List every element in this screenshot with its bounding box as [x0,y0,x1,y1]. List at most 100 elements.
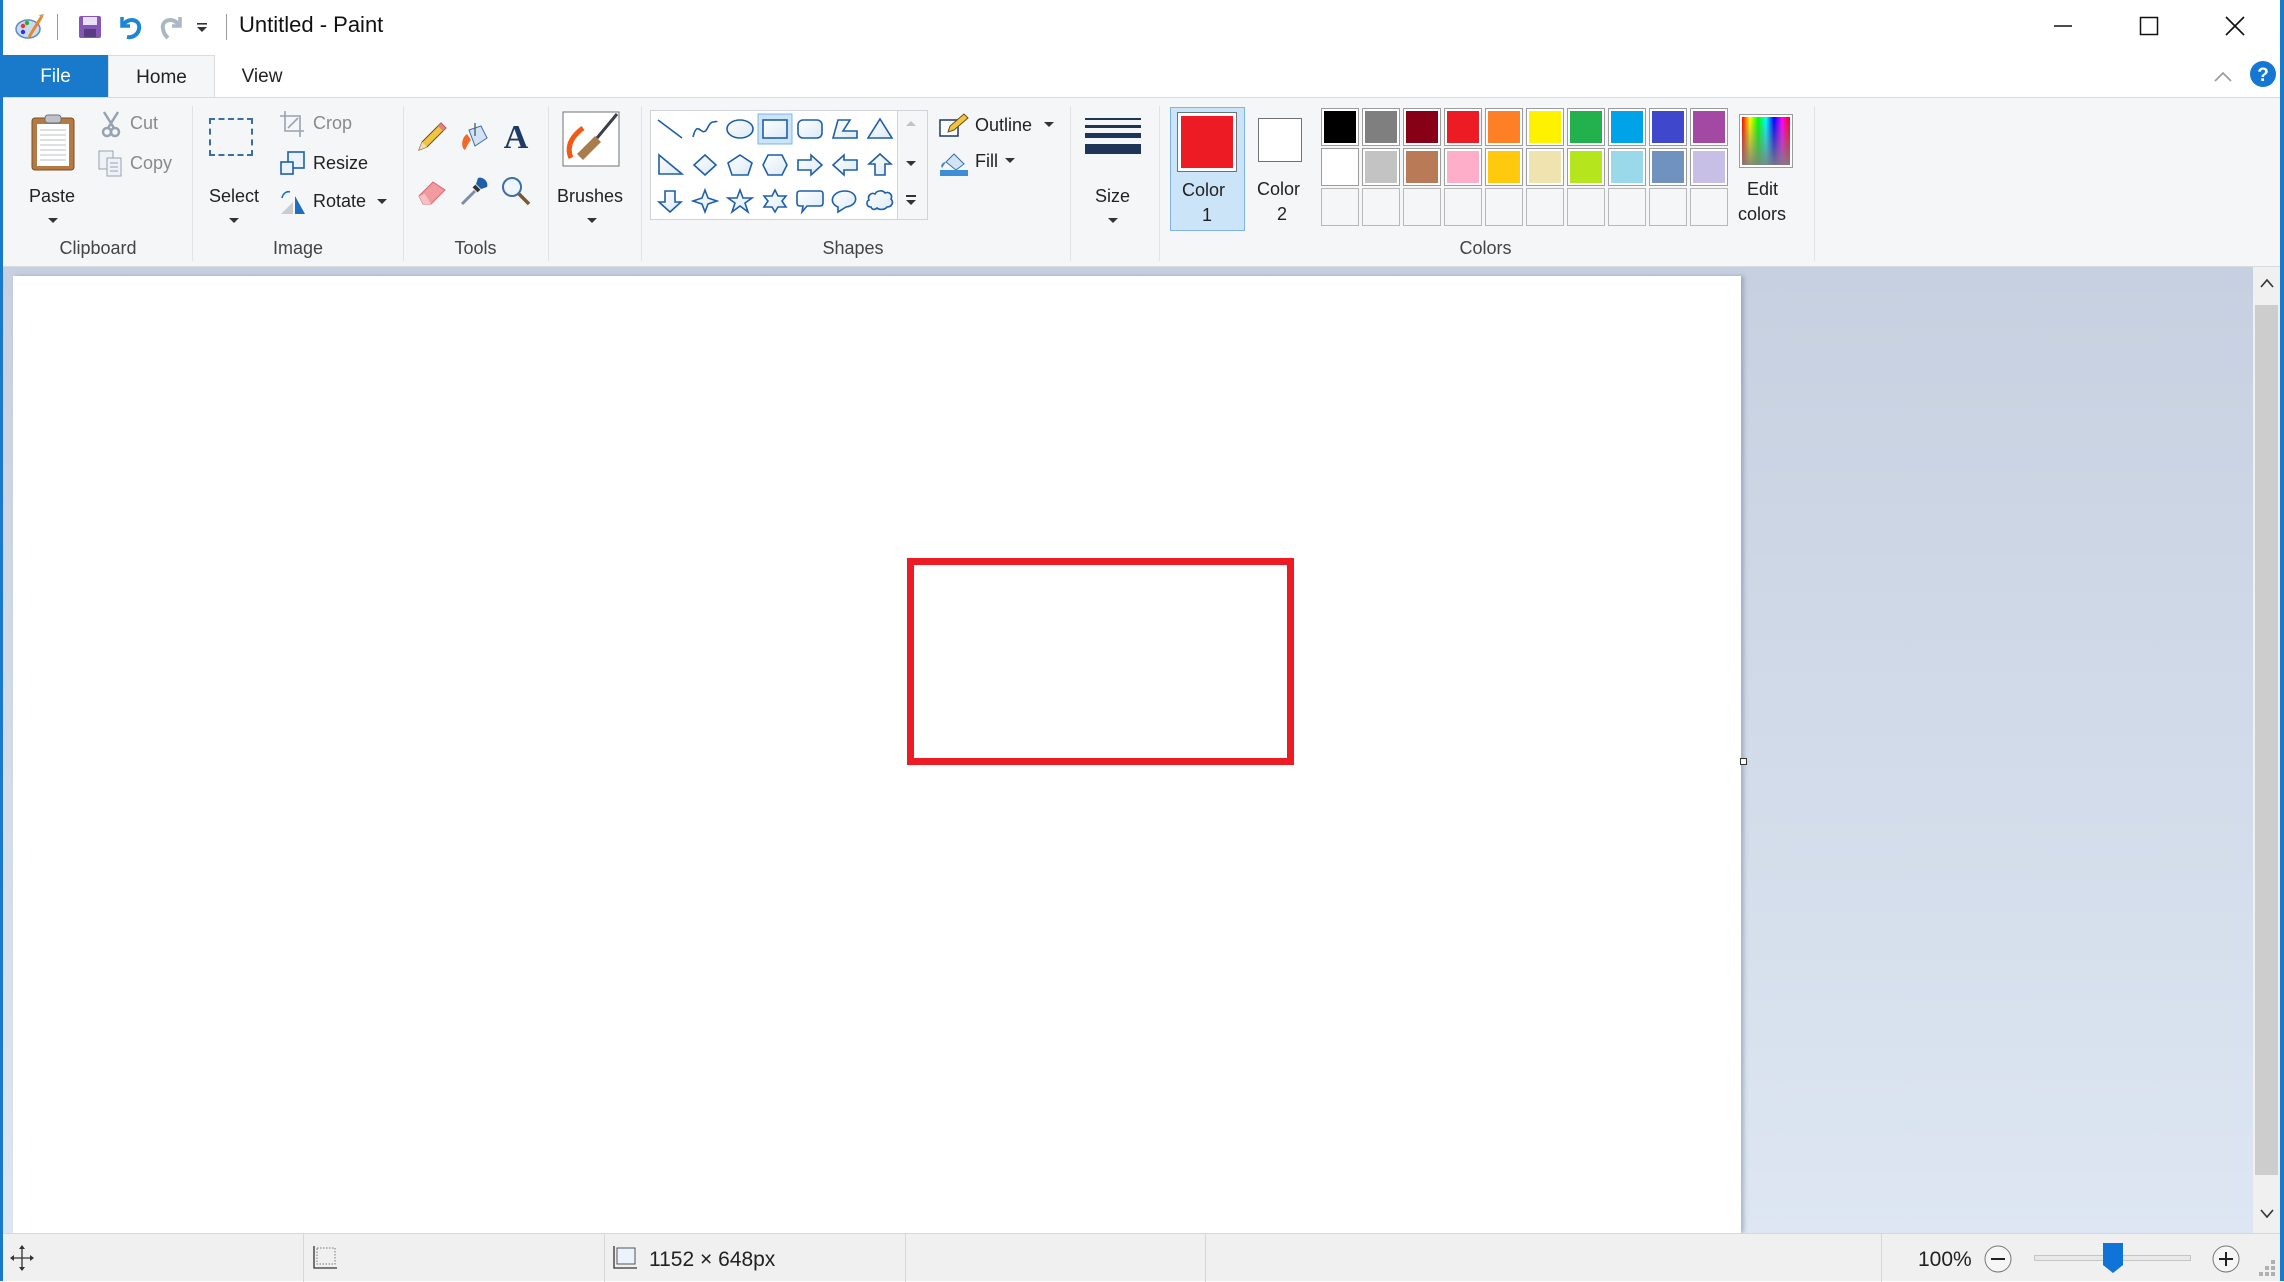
shape-cloud-callout[interactable] [866,190,894,211]
palette-color-swatch[interactable] [1649,148,1687,186]
outline-button[interactable]: Outline [938,112,1058,142]
shape-pentagon[interactable] [727,154,753,176]
shape-hexagon[interactable] [762,154,788,176]
resize-grip-icon[interactable] [2259,1260,2277,1278]
palette-custom-slot[interactable] [1362,188,1400,226]
vertical-scrollbar[interactable] [2253,267,2280,1233]
edit-colors-button[interactable]: Edit colors [1733,108,1798,228]
shape-curve[interactable] [692,120,718,138]
canvas-resize-handle[interactable] [1740,758,1747,765]
shape-right-triangle[interactable] [658,153,685,175]
palette-color-swatch[interactable] [1526,108,1564,146]
scrollbar-thumb[interactable] [2255,305,2278,1175]
color-picker-tool[interactable] [457,174,491,208]
shape-right-arrow[interactable] [797,153,824,177]
palette-color-swatch[interactable] [1362,108,1400,146]
save-icon[interactable] [73,10,107,44]
magnifier-tool[interactable] [499,174,533,208]
shape-rounded-rectangle[interactable] [797,119,823,139]
palette-custom-slot[interactable] [1403,188,1441,226]
palette-custom-slot[interactable] [1567,188,1605,226]
tab-home[interactable]: Home [108,55,215,99]
palette-custom-slot[interactable] [1485,188,1523,226]
undo-icon[interactable] [113,10,147,44]
palette-color-swatch[interactable] [1567,108,1605,146]
palette-color-swatch[interactable] [1362,148,1400,186]
copy-icon [98,150,122,177]
zoom-slider[interactable] [2034,1243,2191,1273]
collapse-ribbon-button[interactable] [2211,65,2235,89]
palette-color-swatch[interactable] [1321,108,1359,146]
drawn-rectangle[interactable] [907,558,1294,765]
shape-rounded-callout[interactable] [796,190,824,215]
paint-app-icon[interactable] [13,10,47,44]
shape-polygon[interactable] [831,119,858,139]
tab-file[interactable]: File [3,55,108,98]
shape-oval-callout[interactable] [831,190,857,214]
rotate-button[interactable]: Rotate [279,188,391,218]
scroll-up-icon[interactable] [906,121,916,126]
palette-custom-slot[interactable] [1526,188,1564,226]
close-button[interactable] [2191,0,2279,52]
select-button[interactable]: Select [199,106,273,236]
fill-tool[interactable] [457,120,491,154]
shape-six-point-star[interactable] [762,188,788,214]
palette-color-swatch[interactable] [1526,148,1564,186]
palette-color-swatch[interactable] [1403,148,1441,186]
tab-view[interactable]: View [215,55,309,98]
palette-color-swatch[interactable] [1403,108,1441,146]
scroll-up-arrow-icon[interactable] [2259,277,2275,289]
palette-color-swatch[interactable] [1649,108,1687,146]
redo-icon[interactable] [155,10,189,44]
palette-custom-slot[interactable] [1608,188,1646,226]
expand-gallery-icon[interactable] [906,195,916,197]
shape-left-arrow[interactable] [831,153,858,177]
palette-color-swatch[interactable] [1608,148,1646,186]
scroll-down-icon[interactable] [906,161,916,166]
pencil-tool[interactable] [415,120,449,154]
palette-custom-slot[interactable] [1444,188,1482,226]
palette-color-swatch[interactable] [1485,148,1523,186]
palette-color-swatch[interactable] [1567,148,1605,186]
customize-quick-access-dropdown[interactable] [191,10,213,44]
shape-four-point-star[interactable] [690,187,720,215]
minimize-button[interactable] [2019,0,2107,52]
palette-custom-slot[interactable] [1690,188,1728,226]
size-button[interactable]: Size [1075,106,1151,236]
maximize-icon [2139,16,2159,36]
shape-five-point-star[interactable] [725,187,755,215]
palette-color-swatch[interactable] [1321,148,1359,186]
palette-custom-slot[interactable] [1649,188,1687,226]
scroll-down-arrow-icon[interactable] [2259,1207,2275,1219]
zoom-out-button[interactable] [1983,1244,2013,1274]
maximize-button[interactable] [2105,0,2193,52]
shape-oval[interactable] [726,119,754,139]
palette-color-swatch[interactable] [1690,108,1728,146]
expand-gallery-caret[interactable] [906,200,916,205]
palette-color-swatch[interactable] [1608,108,1646,146]
shape-rectangle[interactable] [757,113,793,145]
color2-button[interactable]: Color 2 [1247,107,1317,231]
resize-button[interactable]: Resize [279,150,379,180]
shape-up-arrow[interactable] [866,152,894,176]
fill-button[interactable]: Fill [938,148,1028,178]
palette-color-swatch[interactable] [1485,108,1523,146]
help-button[interactable]: ? [2249,60,2277,88]
paste-button[interactable]: Paste [17,106,89,236]
palette-custom-slot[interactable] [1321,188,1359,226]
shape-line[interactable] [657,119,683,139]
palette-color-swatch[interactable] [1690,148,1728,186]
window-title: Untitled - Paint [239,12,384,37]
palette-color-swatch[interactable] [1444,148,1482,186]
drawing-canvas[interactable] [13,276,1741,1233]
text-tool[interactable]: A [499,118,533,156]
shape-down-arrow[interactable] [656,190,684,214]
eraser-tool[interactable] [415,174,449,208]
color1-button[interactable]: Color 1 [1170,107,1245,231]
shape-triangle[interactable] [866,117,894,139]
shape-diamond[interactable] [692,153,718,177]
zoom-slider-thumb[interactable] [2102,1243,2123,1273]
palette-color-swatch[interactable] [1444,108,1482,146]
brushes-button[interactable]: Brushes [553,106,631,236]
zoom-in-button[interactable] [2211,1244,2241,1274]
